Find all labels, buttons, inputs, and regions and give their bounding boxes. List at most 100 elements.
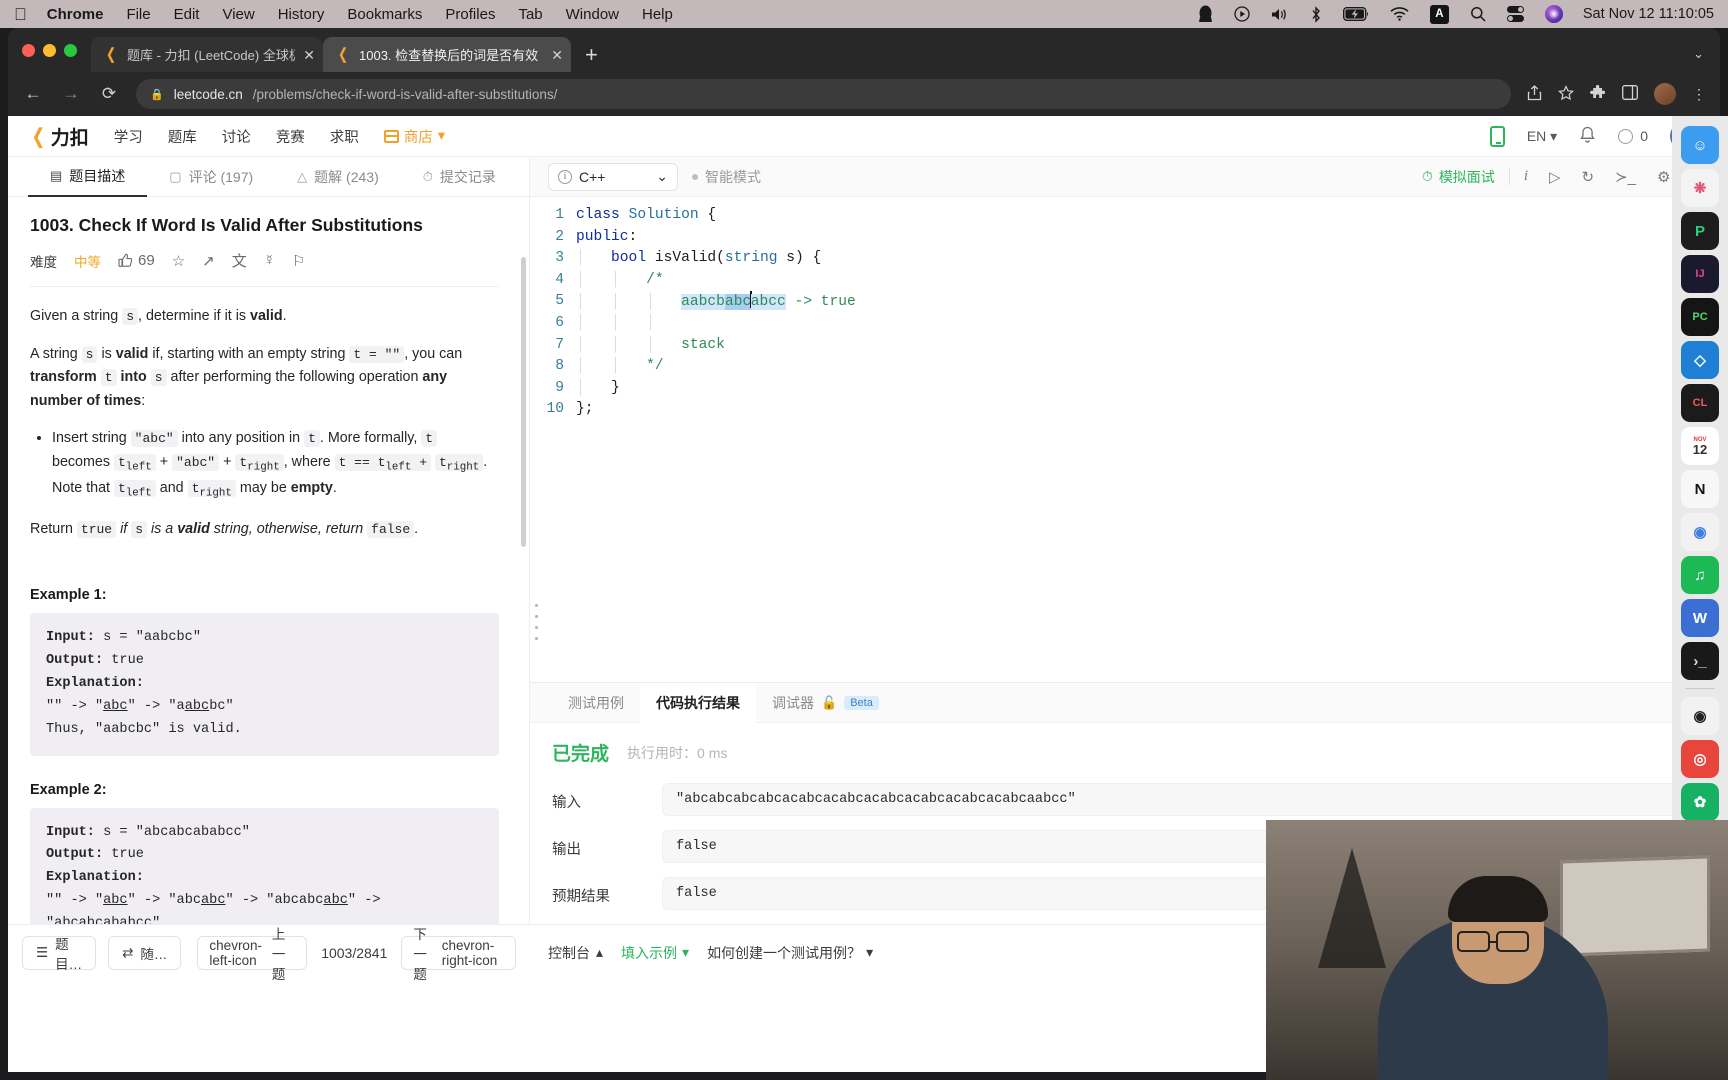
reset-refresh-icon[interactable]: ↻ <box>1582 168 1595 186</box>
menu-item-profiles[interactable]: Profiles <box>445 6 495 23</box>
address-bar[interactable]: 🔒 leetcode.cn/problems/check-if-word-is-… <box>136 79 1511 109</box>
reload-button[interactable]: ⟳ <box>98 84 120 104</box>
new-tab-button[interactable]: + <box>585 44 598 66</box>
qq-icon[interactable]: ◉ <box>1681 697 1719 735</box>
previous-problem-button[interactable]: chevron-left-icon 上一题 <box>197 927 308 982</box>
chrome-menu-kebab-icon[interactable]: ⋮ <box>1692 86 1706 103</box>
nav-item-shop[interactable]: 商店 ▾ <box>383 126 445 147</box>
like-button[interactable]: 69 <box>118 252 155 269</box>
menu-item-tab[interactable]: Tab <box>518 6 542 23</box>
language-switcher[interactable]: EN ▾ <box>1527 128 1557 145</box>
nav-item-study[interactable]: 学习 <box>114 126 143 147</box>
play-circle-icon[interactable] <box>1234 6 1250 22</box>
menu-item-help[interactable]: Help <box>642 6 673 23</box>
bell-icon[interactable] <box>1579 126 1596 147</box>
dingtalk-icon[interactable]: ✿ <box>1681 783 1719 821</box>
side-panel-icon[interactable] <box>1622 85 1638 103</box>
random-problem-button[interactable]: ⇄ 随… <box>108 935 182 970</box>
menu-item-window[interactable]: Window <box>566 6 619 23</box>
back-button[interactable]: ← <box>22 84 44 104</box>
chrome-icon[interactable]: ◉ <box>1681 513 1719 551</box>
terminal-icon[interactable]: ≻_ <box>1615 168 1636 186</box>
menu-item-history[interactable]: History <box>278 6 325 23</box>
vscode-icon[interactable]: ◇ <box>1681 341 1719 379</box>
minimize-window-button[interactable] <box>43 43 56 57</box>
extensions-puzzle-icon[interactable] <box>1590 84 1606 104</box>
menu-item-file[interactable]: File <box>126 6 150 23</box>
forward-button[interactable]: → <box>60 84 82 104</box>
translate-icon[interactable]: 文 <box>232 250 247 271</box>
control-center-icon[interactable] <box>1506 6 1524 22</box>
nav-item-contest[interactable]: 竞赛 <box>276 126 305 147</box>
mock-interview-button[interactable]: ⏱ 模拟面试 <box>1422 167 1495 187</box>
close-window-button[interactable] <box>22 43 35 57</box>
pane-resize-handle[interactable] <box>535 604 541 640</box>
maximize-window-button[interactable] <box>64 43 77 57</box>
nav-item-problems[interactable]: 题库 <box>168 126 197 147</box>
share-icon[interactable] <box>1527 84 1542 104</box>
wps-writer-icon[interactable]: W <box>1681 599 1719 637</box>
window-traffic-lights[interactable] <box>22 28 77 72</box>
browser-tab-1[interactable]: ❬ 题库 - 力扣 (LeetCode) 全球极客… ✕ <box>91 37 323 72</box>
tab-debugger[interactable]: 调试器 🔓 Beta <box>756 683 895 723</box>
wechat-work-icon[interactable]: ◎ <box>1681 740 1719 778</box>
run-play-icon[interactable]: ▷ <box>1549 168 1561 186</box>
calendar-icon[interactable]: NOV 12 <box>1681 427 1719 465</box>
pycharm-icon[interactable]: P <box>1681 212 1719 250</box>
input-source-a-icon[interactable]: A <box>1429 4 1449 24</box>
clion-icon[interactable]: CL <box>1681 384 1719 422</box>
tab-solutions[interactable]: △ 题解 (243) <box>275 157 401 197</box>
apple-menu-icon[interactable]:  <box>14 6 27 23</box>
battery-charging-icon[interactable] <box>1342 7 1369 21</box>
nav-item-jobs[interactable]: 求职 <box>330 126 359 147</box>
bell-icon[interactable]: ☿ <box>264 252 275 269</box>
close-tab-icon[interactable]: ✕ <box>551 48 563 62</box>
wifi-icon[interactable] <box>1390 7 1409 21</box>
finder-icon[interactable]: ☺ <box>1681 126 1719 164</box>
tab-run-result[interactable]: 代码执行结果 <box>640 682 756 723</box>
phone-app-icon[interactable] <box>1489 125 1505 147</box>
photos-icon[interactable]: ❋ <box>1681 169 1719 207</box>
menu-item-bookmarks[interactable]: Bookmarks <box>347 6 422 23</box>
browser-tab-2[interactable]: ❬ 1003. 检查替换后的词是否有效 ✕ <box>323 37 571 72</box>
problem-list-button[interactable]: ☰ 题目… <box>22 935 97 972</box>
problem-description-scroll[interactable]: 1003. Check If Word Is Valid After Subst… <box>8 197 529 980</box>
tab-search-chevron-icon[interactable]: ⌄ <box>1693 46 1704 62</box>
description-scrollbar[interactable] <box>521 257 526 547</box>
menu-item-edit[interactable]: Edit <box>174 6 200 23</box>
bluetooth-icon[interactable] <box>1310 5 1322 23</box>
info-italic-icon[interactable]: i <box>1524 168 1528 185</box>
menu-item-view[interactable]: View <box>222 6 254 23</box>
siri-icon[interactable] <box>1544 5 1563 23</box>
howto-link[interactable]: 如何创建一个测试用例？ ▾ <box>707 943 873 963</box>
notion-icon[interactable]: N <box>1681 470 1719 508</box>
code-editor[interactable]: 1 class Solution { 2 public: 3 │ bool isVal… <box>530 197 1720 682</box>
intellij-idea-icon[interactable]: IJ <box>1681 255 1719 293</box>
leetcode-logo[interactable]: ❬ 力扣 <box>30 123 89 150</box>
fill-example-button[interactable]: 填入示例 ▾ <box>621 943 689 963</box>
menu-item-chrome[interactable]: Chrome <box>47 6 104 23</box>
qq-penguin-icon[interactable] <box>1198 5 1213 23</box>
volume-icon[interactable] <box>1271 7 1289 22</box>
profile-avatar[interactable] <box>1654 83 1676 105</box>
tab-submissions[interactable]: ⏱ 提交记录 <box>401 157 518 197</box>
next-problem-button[interactable]: 下一题 chevron-right-icon <box>401 927 516 982</box>
settings-gear-icon[interactable]: ⚙ <box>1657 168 1670 186</box>
spotify-icon[interactable]: ♫ <box>1681 556 1719 594</box>
terminal-icon[interactable]: ›_ <box>1681 642 1719 680</box>
pycharm-ce-icon[interactable]: PC <box>1681 298 1719 336</box>
bookmark-star-icon[interactable] <box>1558 84 1574 104</box>
spotlight-search-icon[interactable] <box>1470 6 1486 22</box>
star-icon[interactable]: ☆ <box>172 252 185 270</box>
language-selector[interactable]: i C++ ⌄ <box>548 162 678 191</box>
share-icon[interactable]: ↗ <box>202 252 215 270</box>
nav-item-discuss[interactable]: 讨论 <box>222 126 251 147</box>
console-toggle[interactable]: 控制台 ▴ <box>548 943 603 963</box>
tab-description[interactable]: ▤ 题目描述 <box>28 157 148 197</box>
menu-bar-clock[interactable]: Sat Nov 12 11:10:05 <box>1583 6 1714 22</box>
close-tab-icon[interactable]: ✕ <box>303 48 315 62</box>
coin-balance[interactable]: 0 <box>1618 128 1648 144</box>
tab-comments[interactable]: ▢ 评论 (197) <box>147 157 275 197</box>
smart-mode-toggle[interactable]: 智能模式 <box>692 167 761 187</box>
tab-testcases[interactable]: 测试用例 <box>552 683 640 723</box>
